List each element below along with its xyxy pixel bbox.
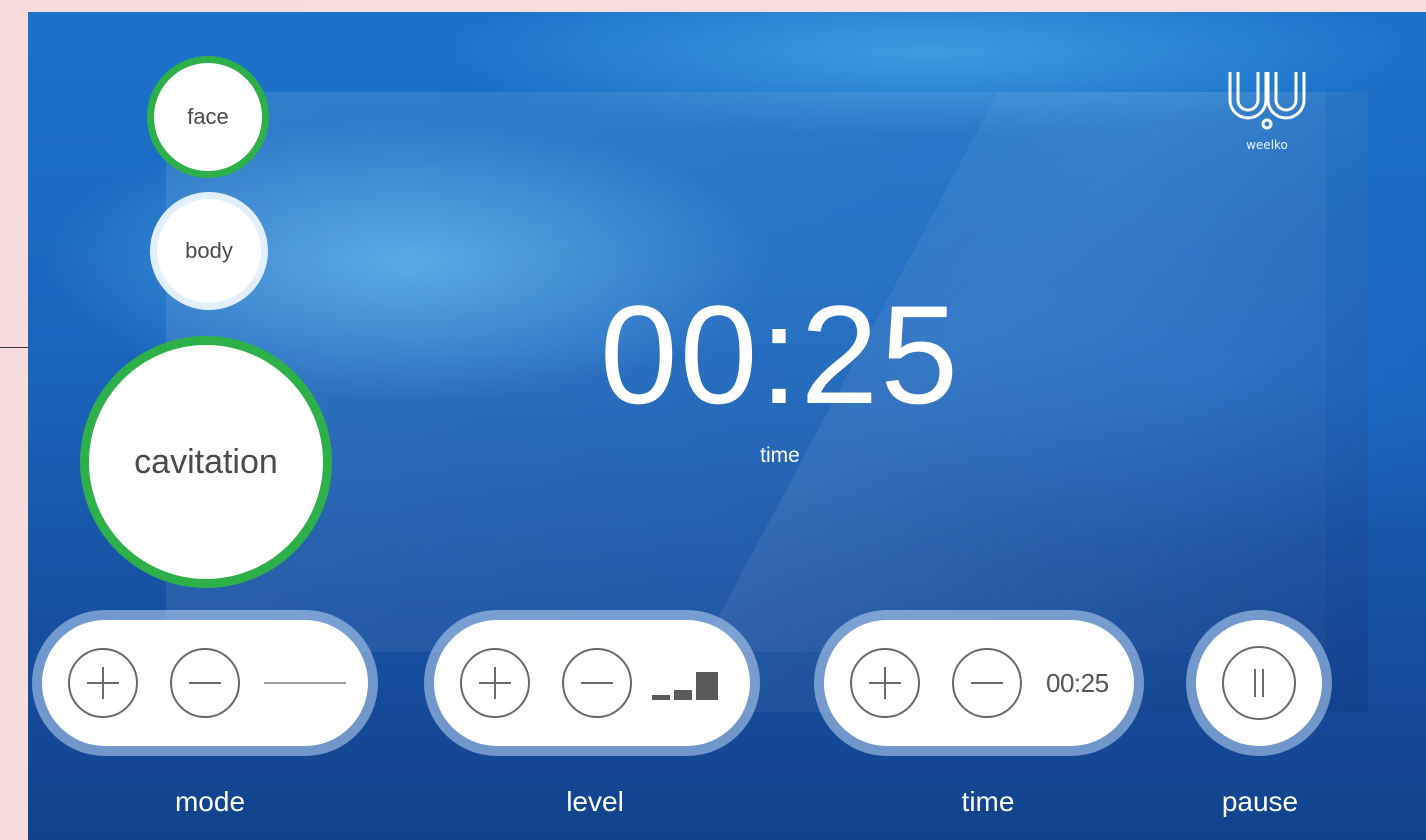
brand-logo: weelko — [1222, 66, 1312, 166]
time-control-panel: 00:25 — [824, 620, 1134, 746]
pause-control — [1186, 610, 1332, 756]
time-control: 00:25 — [814, 610, 1144, 756]
minus-icon — [189, 682, 221, 684]
body-button[interactable]: body — [150, 192, 268, 310]
weelko-logo-icon — [1228, 72, 1306, 130]
time-increase-button[interactable] — [850, 648, 920, 718]
plus-icon — [87, 667, 119, 699]
plus-icon — [479, 667, 511, 699]
pause-control-panel — [1196, 620, 1322, 746]
mode-control-panel — [42, 620, 368, 746]
level-bar — [674, 690, 692, 700]
minus-icon — [581, 682, 613, 684]
cavitation-button-label: cavitation — [134, 442, 278, 481]
level-control — [424, 610, 760, 756]
timer-display: 00:25 — [599, 276, 961, 433]
cavitation-button[interactable]: cavitation — [80, 336, 332, 588]
pause-icon — [1254, 669, 1264, 697]
level-bar — [696, 672, 718, 700]
timer-label: time — [760, 444, 800, 467]
level-label: level — [566, 786, 624, 817]
level-control-panel — [434, 620, 750, 746]
face-button-label: face — [187, 104, 229, 129]
mode-decrease-button[interactable] — [170, 648, 240, 718]
level-increase-button[interactable] — [460, 648, 530, 718]
level-decrease-button[interactable] — [562, 648, 632, 718]
pause-label: pause — [1221, 786, 1299, 817]
time-value: 00:25 — [1046, 667, 1109, 698]
face-button[interactable]: face — [147, 56, 269, 178]
time-decrease-button[interactable] — [952, 648, 1022, 718]
plus-icon — [869, 667, 901, 699]
mode-label: mode — [174, 786, 246, 817]
minus-icon — [971, 682, 1003, 684]
mode-increase-button[interactable] — [68, 648, 138, 718]
mode-control — [32, 610, 378, 756]
level-bar — [652, 695, 670, 700]
pause-button[interactable] — [1222, 646, 1296, 720]
brand-name: weelko — [1246, 138, 1288, 152]
time-label: time — [961, 786, 1015, 817]
level-indicator — [652, 666, 718, 700]
body-button-label: body — [185, 238, 233, 263]
mode-value-placeholder — [264, 682, 346, 684]
